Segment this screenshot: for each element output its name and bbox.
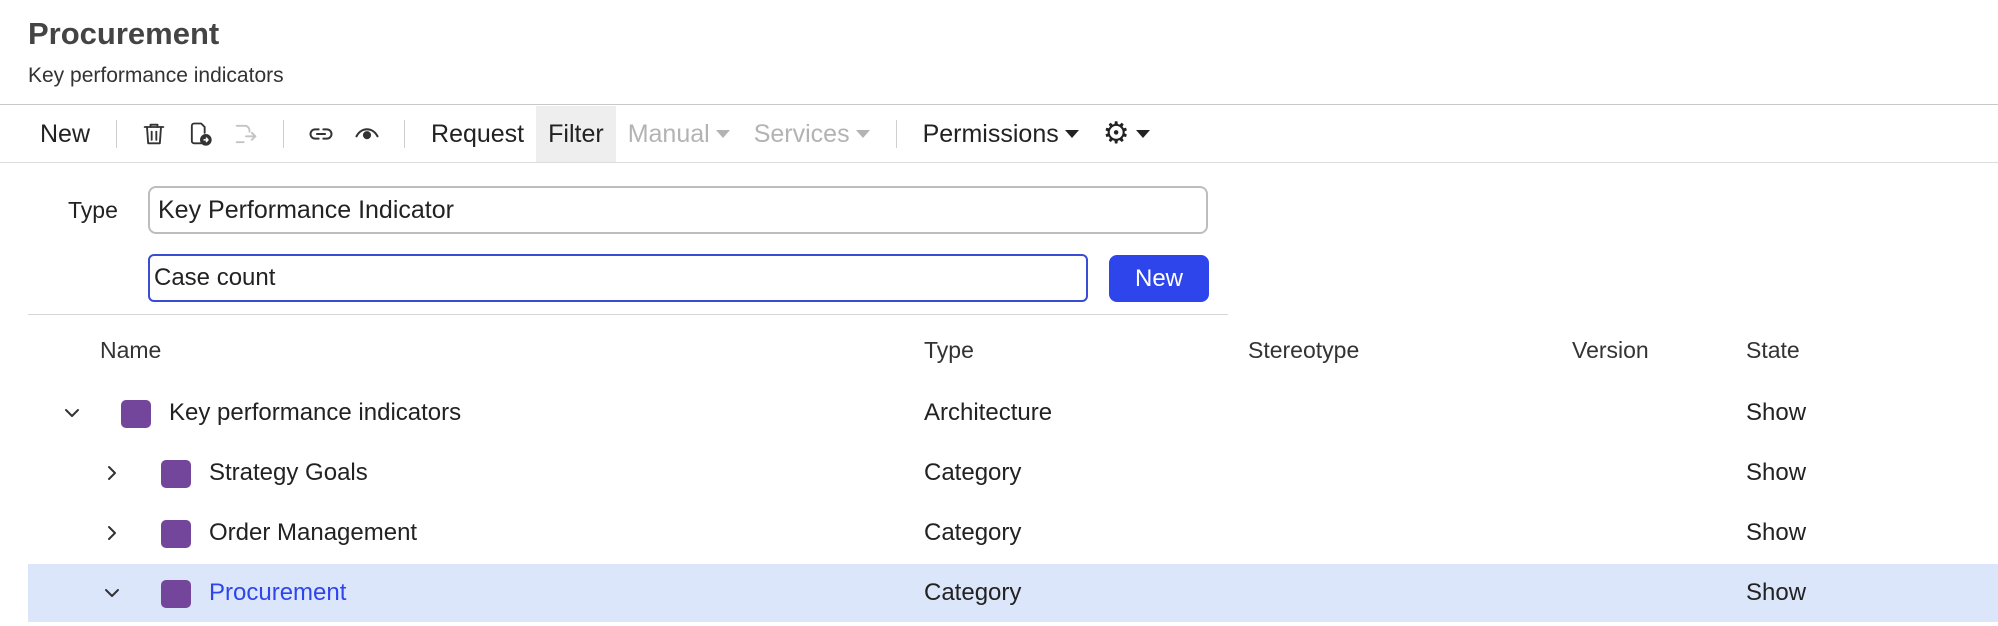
row-state: Show (1746, 399, 1807, 426)
gear-icon: ⚙ (1102, 117, 1130, 150)
trash-icon[interactable] (131, 106, 177, 162)
table-row[interactable]: Strategy Goals Category Show (28, 444, 1998, 502)
column-header-version[interactable]: Version (1572, 337, 1649, 364)
toolbar-separator (404, 120, 406, 148)
toolbar-divider (0, 162, 1998, 163)
page-subtitle: Key performance indicators (28, 64, 284, 87)
manual-label: Manual (627, 119, 710, 148)
permissions-dropdown[interactable]: Permissions (911, 106, 1091, 162)
row-state: Show (1746, 519, 1807, 546)
new-toolbar-button[interactable]: New (28, 106, 102, 162)
row-type: Architecture (924, 399, 1053, 426)
category-icon (161, 580, 191, 608)
type-value: Key Performance Indicator (158, 195, 454, 224)
name-input[interactable] (148, 254, 1088, 302)
chevron-down-icon (855, 130, 870, 138)
settings-dropdown[interactable]: ⚙ (1091, 106, 1162, 162)
column-header-name[interactable]: Name (100, 337, 161, 364)
row-type: Category (924, 579, 1022, 606)
table-row[interactable]: Order Management Category Show (28, 504, 1998, 562)
row-name[interactable]: Order Management (209, 504, 417, 562)
chevron-right-icon[interactable] (100, 504, 124, 562)
category-icon (161, 460, 191, 488)
permissions-label: Permissions (922, 119, 1059, 148)
chevron-right-icon[interactable] (100, 444, 124, 502)
row-state: Show (1746, 459, 1807, 486)
row-type: Category (924, 459, 1022, 486)
move-icon (223, 106, 269, 162)
form-divider (28, 314, 1228, 315)
toolbar-separator (895, 120, 897, 148)
row-state: Show (1746, 579, 1807, 606)
link-icon[interactable] (298, 106, 344, 162)
type-select[interactable]: Key Performance Indicator (148, 186, 1208, 234)
chevron-down-icon (1135, 130, 1150, 138)
filter-button[interactable]: Filter (536, 106, 616, 162)
table-row[interactable]: Key performance indicators Architecture … (28, 384, 1998, 442)
page-title: Procurement (28, 16, 220, 51)
request-button[interactable]: Request (419, 106, 536, 162)
toolbar-separator (283, 120, 285, 148)
row-name[interactable]: Strategy Goals (209, 444, 368, 502)
row-type: Category (924, 519, 1022, 546)
toolbar: New Request Filter Manual Services Permi… (28, 106, 1998, 162)
architecture-icon (121, 400, 151, 428)
table-row[interactable]: Procurement Category Show (28, 564, 1998, 622)
chevron-down-icon[interactable] (100, 564, 124, 622)
row-name[interactable]: Procurement (209, 564, 346, 622)
copy-to-icon[interactable] (177, 106, 223, 162)
column-header-stereotype[interactable]: Stereotype (1248, 337, 1359, 364)
services-dropdown: Services (742, 106, 882, 162)
chevron-down-icon[interactable] (60, 384, 84, 442)
category-icon (161, 520, 191, 548)
services-label: Services (753, 119, 850, 148)
column-header-state[interactable]: State (1746, 337, 1800, 364)
chevron-down-icon (715, 130, 730, 138)
eye-icon[interactable] (344, 106, 390, 162)
create-new-button[interactable]: New (1109, 255, 1209, 302)
column-header-type[interactable]: Type (924, 337, 974, 364)
header-divider (0, 104, 1998, 105)
manual-dropdown: Manual (616, 106, 742, 162)
chevron-down-icon (1064, 130, 1079, 138)
row-name[interactable]: Key performance indicators (169, 384, 461, 442)
toolbar-separator (116, 120, 118, 148)
type-label: Type (68, 197, 118, 223)
